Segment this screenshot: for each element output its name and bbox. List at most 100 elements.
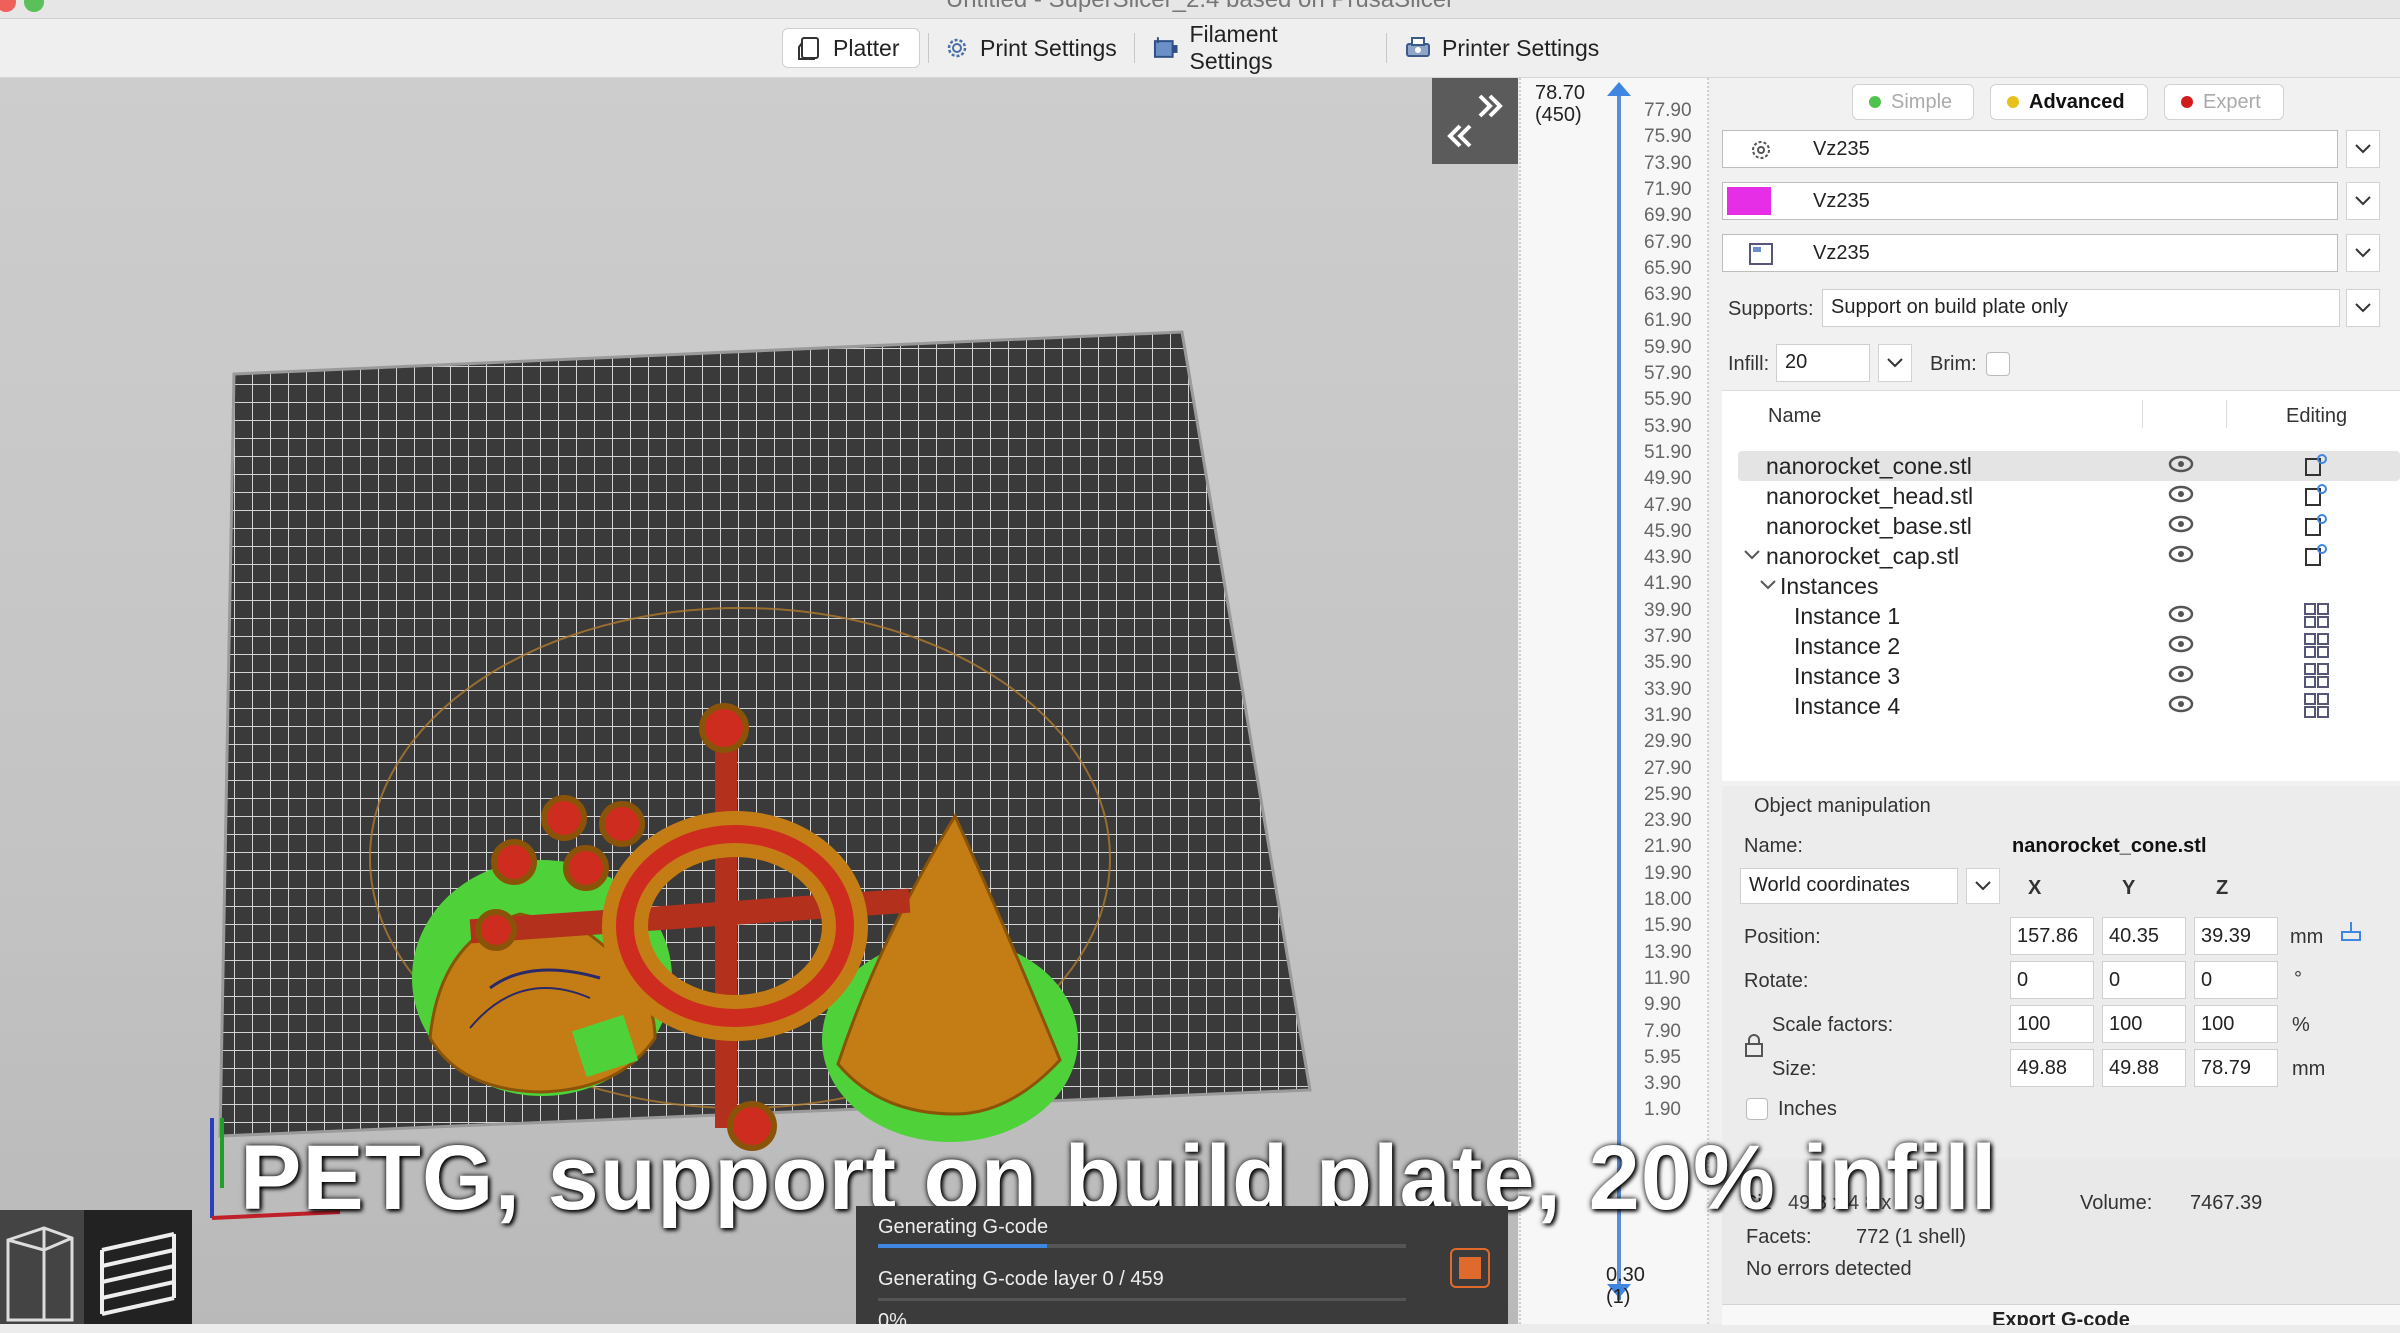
eye-icon[interactable] xyxy=(2168,455,2194,473)
instance-grid-icon[interactable] xyxy=(2304,603,2330,629)
object-name: Instance 1 xyxy=(1794,603,1901,629)
main-tab-bar: Platter Print Settings Filament Settings… xyxy=(0,19,2400,78)
export-gcode-button[interactable]: Export G-code xyxy=(1722,1304,2400,1325)
rotate-y-input[interactable]: 0 xyxy=(2102,961,2186,999)
brim-checkbox[interactable] xyxy=(1986,352,2010,376)
column-editing-header[interactable]: Editing xyxy=(2286,405,2347,428)
instance-grid-icon[interactable] xyxy=(2304,633,2330,659)
printer-icon xyxy=(1749,243,1773,265)
position-y-input[interactable]: 40.35 xyxy=(2102,917,2186,955)
layer-tick-label: 61.90 xyxy=(1644,310,1692,332)
supports-dropdown[interactable] xyxy=(2346,289,2380,327)
name-label: Name: xyxy=(1744,835,1803,857)
list-item-instance-1[interactable]: Instance 1 xyxy=(1738,601,2400,631)
mode-simple-label: Simple xyxy=(1891,90,1953,113)
errors-status: No errors detected xyxy=(1746,1258,1912,1280)
filament-color-swatch[interactable] xyxy=(1727,187,1771,215)
mode-expert-button[interactable]: Expert xyxy=(2164,84,2284,120)
tab-filament-settings[interactable]: Filament Settings xyxy=(1138,21,1378,74)
layer-tick-label: 77.90 xyxy=(1644,100,1692,121)
instance-grid-icon[interactable] xyxy=(2304,663,2330,689)
drop-to-bed-icon[interactable] xyxy=(2340,920,2362,942)
collapse-sidebar-button[interactable] xyxy=(1432,78,1518,164)
stop-icon xyxy=(1459,1257,1481,1279)
scale-unit: % xyxy=(2292,1014,2310,1036)
inches-checkbox[interactable] xyxy=(1746,1098,1768,1120)
instance-grid-icon[interactable] xyxy=(2304,693,2330,719)
size-label: Size: xyxy=(1772,1058,1817,1080)
edit-object-icon[interactable] xyxy=(2304,543,2328,567)
size-unit: mm xyxy=(2292,1058,2326,1080)
layer-tick-label: 71.90 xyxy=(1644,178,1692,200)
scale-x-input[interactable]: 100 xyxy=(2010,1005,2094,1043)
printer-preset-dropdown[interactable] xyxy=(2346,234,2380,272)
size-x-input[interactable]: 49.88 xyxy=(2010,1049,2094,1087)
scale-y-input[interactable]: 100 xyxy=(2102,1005,2186,1043)
rotate-x-input[interactable]: 0 xyxy=(2010,961,2094,999)
cancel-export-button[interactable] xyxy=(1450,1248,1490,1288)
chevron-down-icon[interactable] xyxy=(1760,580,1776,590)
view-preview-button[interactable] xyxy=(84,1210,192,1324)
size-z-input[interactable]: 78.79 xyxy=(2194,1049,2278,1087)
view-3d-button[interactable] xyxy=(0,1210,94,1324)
eye-icon[interactable] xyxy=(2168,485,2194,503)
printer-preset-combo[interactable]: Vz235 xyxy=(1722,234,2338,272)
eye-icon[interactable] xyxy=(2168,695,2194,713)
column-name-header[interactable]: Name xyxy=(1768,405,1821,428)
infill-input[interactable]: 20 xyxy=(1776,344,1870,382)
size-y-input[interactable]: 49.88 xyxy=(2102,1049,2186,1087)
rotate-z-input[interactable]: 0 xyxy=(2194,961,2278,999)
coordinates-select[interactable]: World coordinates xyxy=(1740,868,1958,904)
filament-preset-combo[interactable]: Vz235 xyxy=(1722,182,2338,220)
coordinates-dropdown[interactable] xyxy=(1966,868,2000,904)
list-item-nanorocket-base[interactable]: nanorocket_base.stl xyxy=(1738,511,2400,541)
list-item-instance-4[interactable]: Instance 4 xyxy=(1738,691,2400,721)
position-z-input[interactable]: 39.39 xyxy=(2194,917,2278,955)
edit-object-icon[interactable] xyxy=(2304,513,2328,537)
infill-dropdown[interactable] xyxy=(1878,344,1912,382)
list-item-instance-3[interactable]: Instance 3 xyxy=(1738,661,2400,691)
slider-bottom-value: 0.30 (1) xyxy=(1606,1264,1645,1308)
eye-icon[interactable] xyxy=(2168,545,2194,563)
edit-object-icon[interactable] xyxy=(2304,483,2328,507)
layer-tick-label: 27.90 xyxy=(1644,757,1692,779)
layer-tick-label: 5.95 xyxy=(1644,1046,1681,1068)
filament-preset-dropdown[interactable] xyxy=(2346,182,2380,220)
scale-z-input[interactable]: 100 xyxy=(2194,1005,2278,1043)
mode-simple-button[interactable]: Simple xyxy=(1852,84,1974,120)
chevron-down-icon xyxy=(2355,144,2371,154)
volume-value: 7467.39 xyxy=(2190,1192,2263,1214)
eye-icon[interactable] xyxy=(2168,605,2194,623)
object-name: nanorocket_cap.stl xyxy=(1766,543,1960,569)
chevron-down-icon xyxy=(2355,196,2371,206)
mode-advanced-button[interactable]: Advanced xyxy=(1990,84,2148,120)
layer-tick-label: 63.90 xyxy=(1644,284,1692,306)
list-item-nanorocket-head[interactable]: nanorocket_head.stl xyxy=(1738,481,2400,511)
print-preset-combo[interactable]: Vz235 xyxy=(1722,130,2338,168)
list-item-nanorocket-cone[interactable]: nanorocket_cone.stl xyxy=(1738,451,2400,481)
tab-platter[interactable]: Platter xyxy=(782,28,920,68)
progress-title: Generating G-code xyxy=(878,1216,1049,1238)
slider-top-layer: (450) xyxy=(1535,104,1582,126)
coordinates-value: World coordinates xyxy=(1749,874,1910,896)
eye-icon[interactable] xyxy=(2168,515,2194,533)
chevron-down-icon[interactable] xyxy=(1744,550,1760,560)
lock-icon[interactable] xyxy=(1744,1034,1764,1058)
tab-print-settings[interactable]: Print Settings xyxy=(930,28,1146,68)
supports-select[interactable]: Support on build plate only xyxy=(1822,289,2340,327)
eye-icon[interactable] xyxy=(2168,665,2194,683)
list-item-nanorocket-cap[interactable]: nanorocket_cap.stl xyxy=(1738,541,2400,571)
scale-y-value: 100 xyxy=(2109,1013,2143,1035)
edit-object-icon[interactable] xyxy=(2304,453,2328,477)
eye-icon[interactable] xyxy=(2168,635,2194,653)
tab-printer-settings[interactable]: Printer Settings xyxy=(1390,28,1620,68)
filament-spool-icon xyxy=(1153,37,1178,58)
chevron-down-icon xyxy=(1975,881,1991,891)
slider-top-handle[interactable] xyxy=(1607,82,1631,96)
position-x-input[interactable]: 157.86 xyxy=(2010,917,2094,955)
layer-slider-track[interactable] xyxy=(1617,86,1621,1300)
object-name: Instance 3 xyxy=(1794,663,1901,689)
list-item-instance-2[interactable]: Instance 2 xyxy=(1738,631,2400,661)
print-preset-dropdown[interactable] xyxy=(2346,130,2380,168)
list-item-instances[interactable]: Instances xyxy=(1738,571,2400,601)
